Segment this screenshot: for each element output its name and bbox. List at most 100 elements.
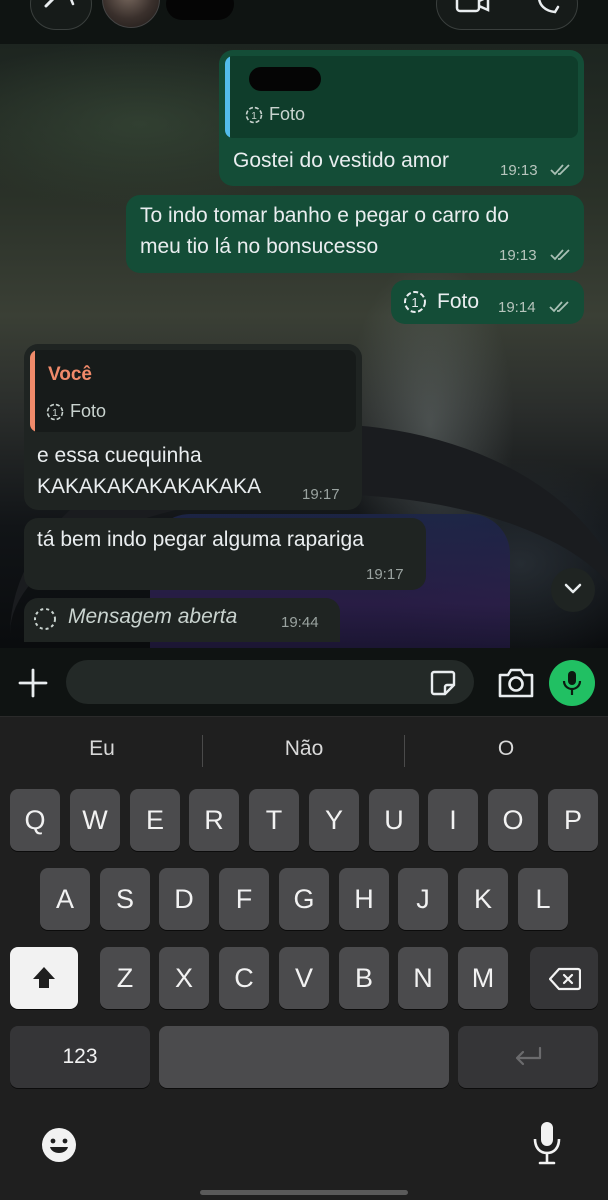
key-x[interactable]: X	[159, 947, 209, 1009]
read-ticks-icon	[549, 301, 569, 313]
key-b[interactable]: B	[339, 947, 389, 1009]
message-time: 19:13	[500, 162, 538, 179]
message-composer	[0, 648, 608, 716]
numbers-key[interactable]: 123	[10, 1026, 150, 1088]
quote-bar	[225, 56, 230, 138]
message-incoming-3[interactable]: Mensagem aberta 19:44	[24, 598, 340, 642]
phone-icon[interactable]	[535, 0, 563, 15]
message-outgoing-3[interactable]: 1 Foto 19:14	[391, 280, 584, 324]
key-c[interactable]: C	[219, 947, 269, 1009]
return-key[interactable]	[458, 1026, 598, 1088]
quote-content: 1 Foto	[46, 401, 106, 422]
keyboard: Eu Não O Q W E R T Y U I O P A S D F G H…	[0, 716, 608, 1200]
svg-text:1: 1	[52, 408, 58, 419]
key-l[interactable]: L	[518, 868, 568, 930]
backspace-key[interactable]	[530, 947, 598, 1009]
key-s[interactable]: S	[100, 868, 150, 930]
key-u[interactable]: U	[369, 789, 419, 851]
message-text: tá bem indo pegar alguma rapariga	[37, 528, 364, 551]
svg-text:1: 1	[411, 295, 418, 310]
message-outgoing-2[interactable]: To indo tomar banho e pegar o carro do m…	[126, 195, 584, 273]
video-call-icon[interactable]	[455, 0, 491, 13]
message-text-line1: e essa cuequinha	[37, 444, 202, 467]
suggestion-2[interactable]: Não	[204, 737, 404, 761]
quote-label: Foto	[70, 401, 107, 421]
message-text-line2: KAKAKAKAKAKAKAKA	[37, 475, 262, 498]
suggestion-3[interactable]: O	[406, 737, 606, 761]
key-d[interactable]: D	[159, 868, 209, 930]
back-chevron-icon	[44, 0, 75, 8]
read-ticks-icon	[550, 249, 570, 261]
key-k[interactable]: K	[458, 868, 508, 930]
plus-icon[interactable]	[14, 664, 52, 702]
message-time: 19:17	[366, 566, 404, 583]
key-a[interactable]: A	[40, 868, 90, 930]
key-t[interactable]: T	[249, 789, 299, 851]
sticker-icon[interactable]	[428, 668, 458, 698]
read-ticks-icon	[550, 164, 570, 176]
view-once-icon: 1	[46, 403, 64, 420]
quote-bar	[30, 350, 35, 432]
key-q[interactable]: Q	[10, 789, 60, 851]
key-p[interactable]: P	[548, 789, 598, 851]
key-i[interactable]: I	[428, 789, 478, 851]
shift-key[interactable]	[10, 947, 78, 1009]
quote-author: Você	[48, 364, 93, 385]
opened-view-once-icon	[34, 608, 56, 630]
home-indicator	[200, 1190, 408, 1195]
key-v[interactable]: V	[279, 947, 329, 1009]
quote-content: 1 Foto	[245, 104, 305, 125]
key-g[interactable]: G	[279, 868, 329, 930]
shift-icon	[33, 967, 55, 988]
key-r[interactable]: R	[189, 789, 239, 851]
camera-icon[interactable]	[496, 665, 536, 701]
key-y[interactable]: Y	[309, 789, 359, 851]
suggestion-divider	[404, 735, 405, 767]
message-input[interactable]	[66, 660, 474, 704]
quoted-message[interactable]: 1 Foto	[225, 56, 578, 138]
back-button[interactable]	[30, 0, 92, 30]
chat-header	[0, 0, 608, 44]
message-time: 19:13	[499, 247, 537, 264]
quote-label: Foto	[269, 104, 306, 124]
voice-message-button[interactable]	[549, 660, 595, 706]
key-h[interactable]: H	[339, 868, 389, 930]
chat-screen: 1 Foto Gostei do vestido amor 19:13 To i…	[0, 0, 608, 1200]
key-m[interactable]: M	[458, 947, 508, 1009]
key-n[interactable]: N	[398, 947, 448, 1009]
message-text: Gostei do vestido amor	[233, 149, 449, 172]
message-time: 19:17	[302, 486, 340, 503]
chevron-down-icon	[564, 583, 582, 594]
space-key[interactable]	[159, 1026, 449, 1088]
suggestion-divider	[202, 735, 203, 767]
mic-icon	[562, 671, 582, 695]
message-time: 19:44	[281, 614, 319, 631]
suggestion-bar: Eu Não O	[0, 717, 608, 783]
key-e[interactable]: E	[130, 789, 180, 851]
message-text: Mensagem aberta	[68, 605, 238, 628]
quoted-message[interactable]: Você 1 Foto	[30, 350, 356, 432]
key-z[interactable]: Z	[100, 947, 150, 1009]
emoji-icon[interactable]	[40, 1126, 78, 1164]
scroll-to-bottom-button[interactable]	[551, 568, 595, 612]
key-f[interactable]: F	[219, 868, 269, 930]
backspace-icon	[549, 967, 581, 991]
svg-text:1: 1	[251, 111, 257, 122]
view-once-icon: 1	[404, 291, 426, 313]
message-text-line1: To indo tomar banho e pegar o carro do	[140, 204, 509, 227]
dictation-mic-icon[interactable]	[530, 1120, 564, 1166]
photo-label: Foto	[437, 290, 480, 313]
key-w[interactable]: W	[70, 789, 120, 851]
return-icon	[515, 1046, 542, 1066]
message-text-line2: meu tio lá no bonsucesso	[140, 235, 379, 258]
message-time: 19:14	[498, 299, 536, 316]
message-incoming-2[interactable]: tá bem indo pegar alguma rapariga 19:17	[24, 518, 426, 590]
suggestion-1[interactable]: Eu	[2, 737, 202, 761]
contact-name-redacted[interactable]	[166, 0, 234, 20]
call-buttons	[436, 0, 578, 30]
key-o[interactable]: O	[488, 789, 538, 851]
message-incoming-1[interactable]: Você 1 Foto e essa cuequinha KAKAKAKAKAK…	[24, 344, 362, 510]
key-j[interactable]: J	[398, 868, 448, 930]
message-outgoing-1[interactable]: 1 Foto Gostei do vestido amor 19:13	[219, 50, 584, 186]
contact-avatar[interactable]	[102, 0, 160, 28]
